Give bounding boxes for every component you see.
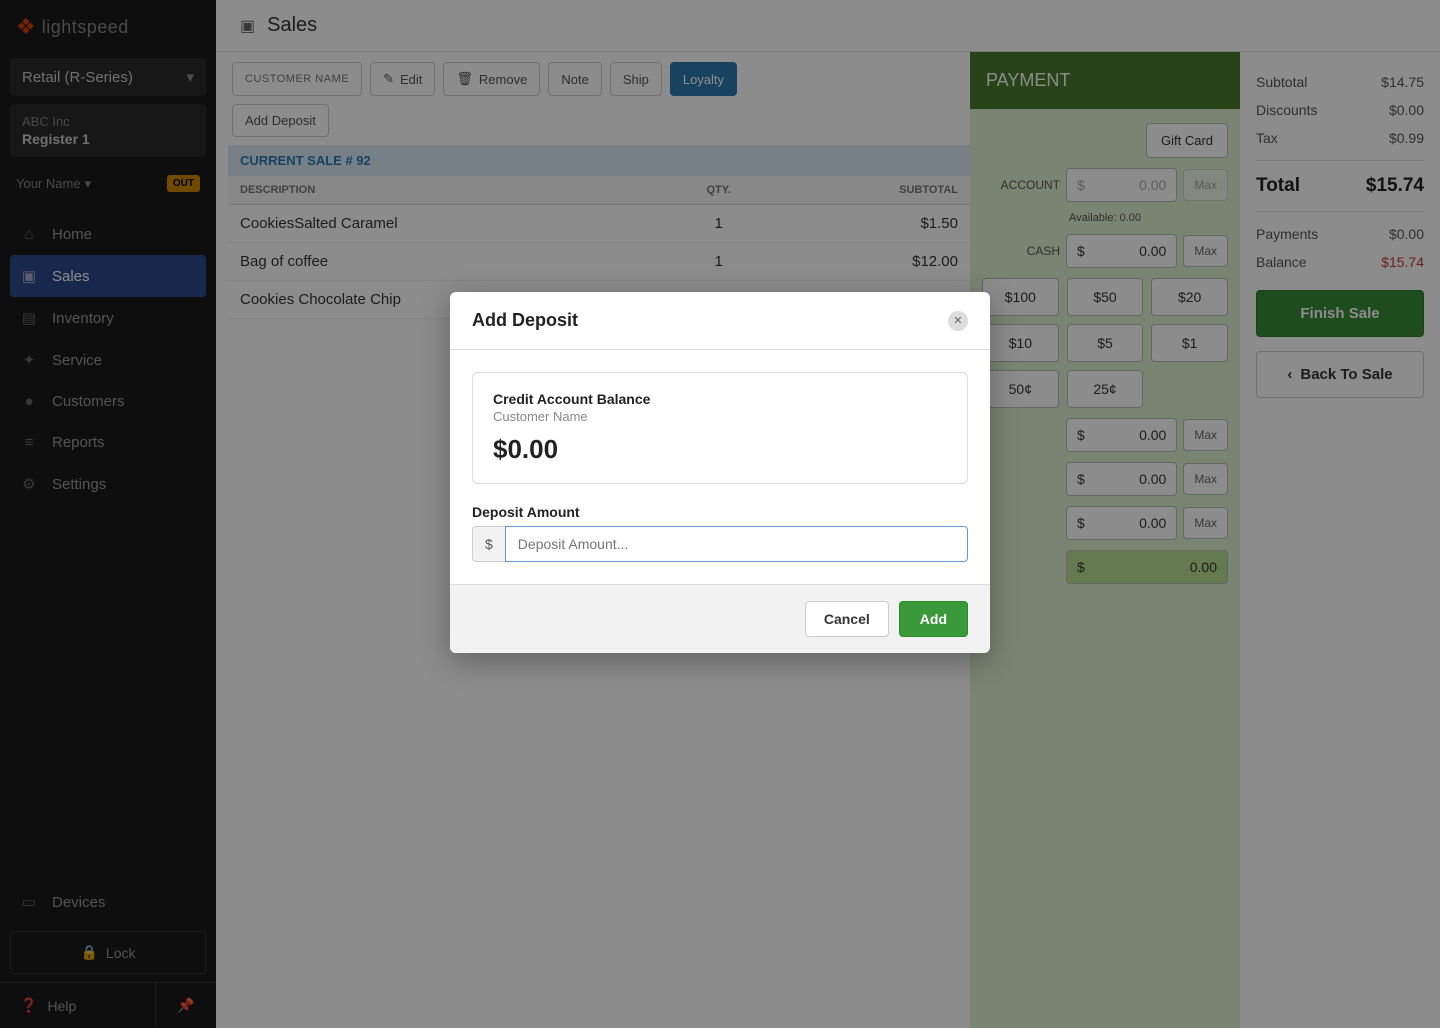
- close-icon: ✕: [953, 314, 962, 327]
- add-deposit-modal: Add Deposit ✕ Credit Account Balance Cus…: [450, 292, 990, 653]
- modal-title: Add Deposit: [472, 310, 578, 331]
- currency-prefix: $: [472, 526, 505, 562]
- deposit-amount-input[interactable]: [505, 526, 968, 562]
- cancel-button[interactable]: Cancel: [805, 601, 889, 637]
- credit-card-title: Credit Account Balance: [493, 391, 947, 407]
- modal-overlay[interactable]: Add Deposit ✕ Credit Account Balance Cus…: [0, 0, 1440, 1028]
- close-button[interactable]: ✕: [948, 311, 968, 331]
- credit-card-amount: $0.00: [493, 434, 947, 465]
- credit-card-customer: Customer Name: [493, 409, 947, 424]
- deposit-amount-label: Deposit Amount: [472, 504, 968, 520]
- add-button[interactable]: Add: [899, 601, 968, 637]
- credit-account-card: Credit Account Balance Customer Name $0.…: [472, 372, 968, 484]
